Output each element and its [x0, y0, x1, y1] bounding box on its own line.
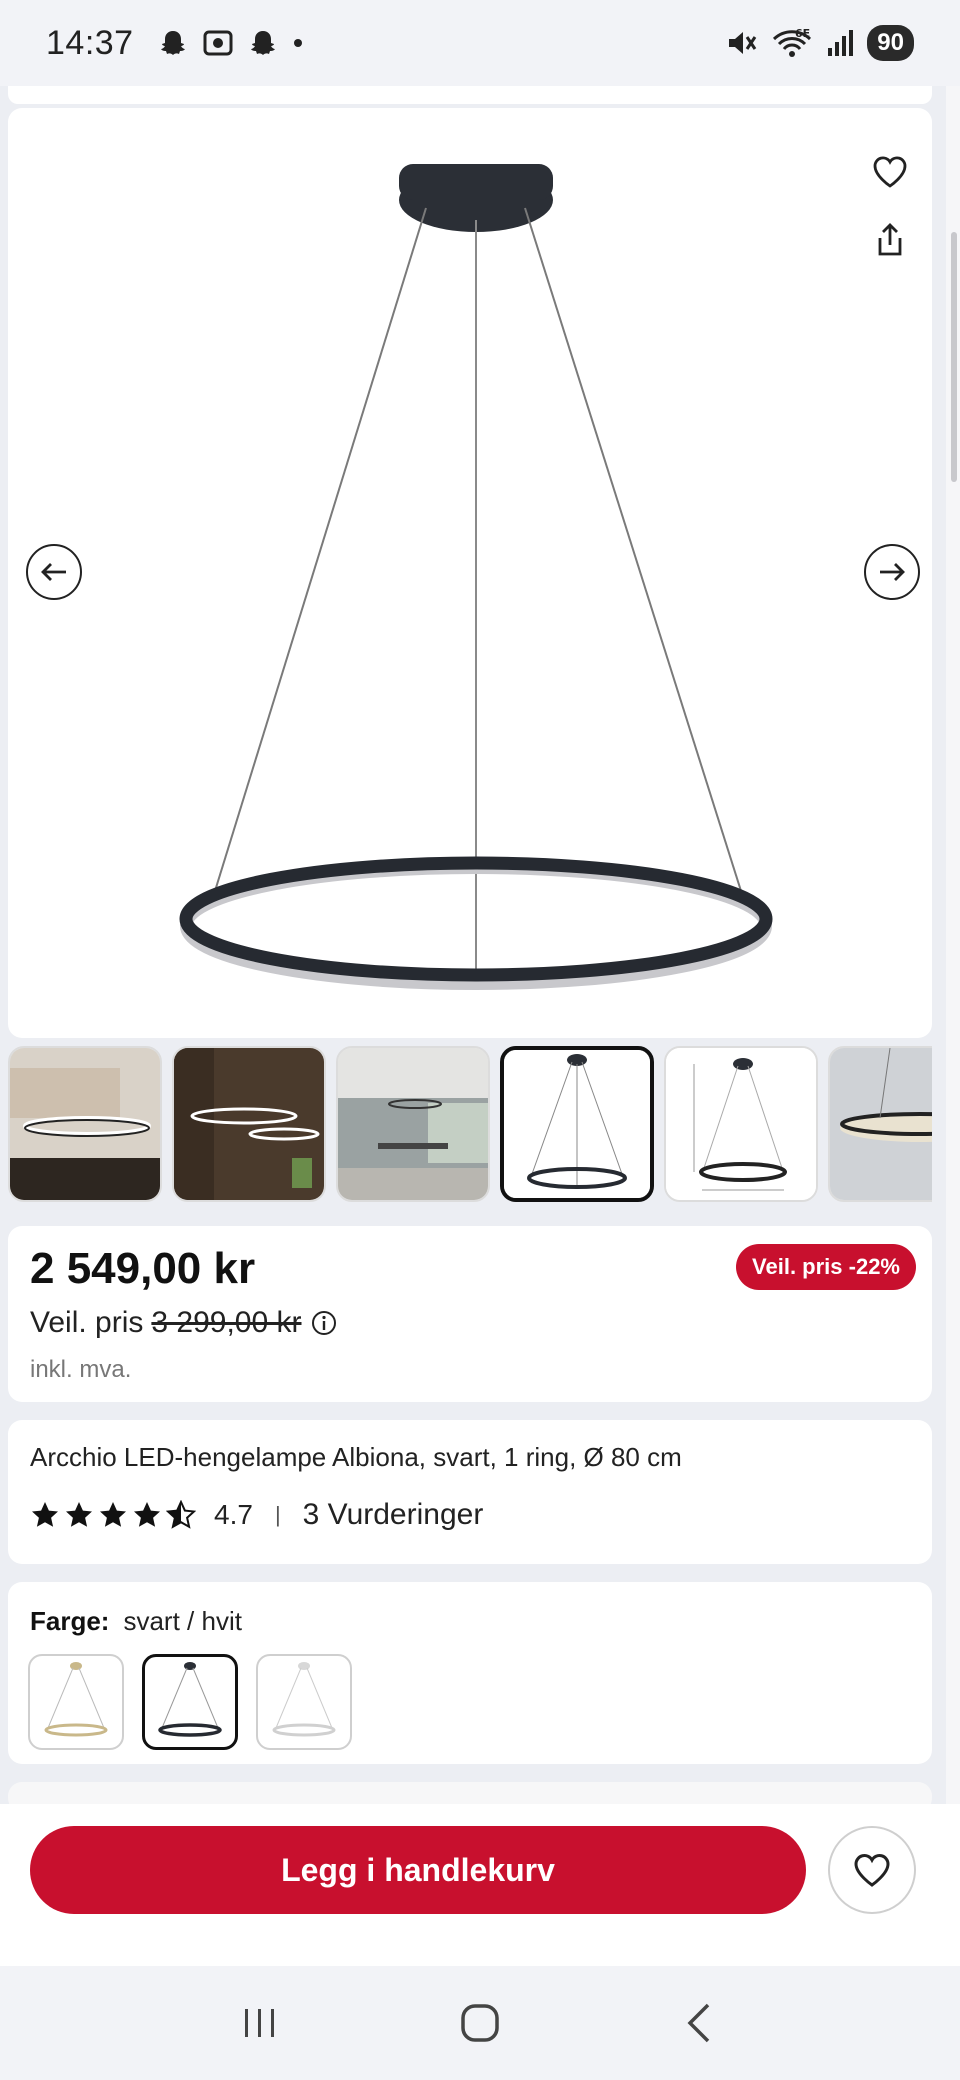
color-selector-card: Farge: svart / hvit [8, 1582, 932, 1764]
price-card: 2 549,00 kr Veil. pris 3 299,00 kr inkl.… [8, 1226, 932, 1402]
previous-image-button[interactable] [26, 544, 82, 600]
selected-color: svart / hvit [123, 1606, 242, 1636]
color-label-row: Farge: svart / hvit [30, 1606, 242, 1637]
color-swatch-black-selected[interactable] [142, 1654, 238, 1750]
rating-value: 4.7 [214, 1499, 253, 1530]
wishlist-button[interactable] [828, 1826, 916, 1914]
status-time: 14:37 [46, 23, 134, 62]
image-thumbnail-strip[interactable] [8, 1046, 932, 1204]
scrollbar-thumb[interactable] [951, 232, 957, 482]
header-card-edge [8, 86, 932, 104]
product-title: Arcchio LED-hengelampe Albiona, svart, 1… [30, 1442, 682, 1472]
rating-row[interactable]: 4.7 | 3 Vurderinger [30, 1498, 483, 1532]
recommended-price-label: Veil. pris [30, 1306, 144, 1339]
home-button[interactable] [440, 1983, 520, 2063]
thumbnail-2[interactable] [172, 1046, 326, 1202]
home-icon [461, 2004, 499, 2042]
next-image-button[interactable] [864, 544, 920, 600]
mute-icon [729, 32, 757, 54]
recommended-price-row: Veil. pris 3 299,00 kr [30, 1306, 338, 1340]
screenshot-icon [203, 30, 233, 56]
thumbnail-5[interactable] [664, 1046, 818, 1202]
system-nav-bar [0, 1966, 960, 2080]
wishlist-icon[interactable] [862, 144, 918, 200]
next-section-edge [8, 1782, 932, 1804]
heart-icon [854, 1854, 890, 1887]
info-icon[interactable] [310, 1309, 338, 1337]
recent-apps-button[interactable] [220, 1983, 300, 2063]
share-icon[interactable] [862, 212, 918, 268]
recent-apps-icon [245, 2009, 274, 2037]
product-image-gallery[interactable] [8, 108, 932, 1038]
thumbnail-1[interactable] [8, 1046, 162, 1202]
star-full-icon [134, 1502, 160, 1527]
bottom-action-bar: Legg i handlekurv [0, 1804, 960, 1966]
rating-stars [30, 1500, 196, 1530]
current-price: 2 549,00 kr [30, 1244, 256, 1293]
thumbnail-6[interactable] [828, 1046, 932, 1202]
arrow-left-icon [41, 563, 66, 581]
status-system-icons: 6E 90 [725, 25, 914, 61]
star-full-icon [100, 1502, 126, 1527]
product-main-image [179, 164, 773, 990]
rating-separator: | [274, 1502, 281, 1527]
star-half-icon [166, 1500, 196, 1529]
color-label: Farge: [30, 1606, 110, 1636]
color-swatch-white[interactable] [256, 1654, 352, 1750]
scrollbar[interactable] [946, 86, 960, 1804]
product-page[interactable]: 2 549,00 kr Veil. pris 3 299,00 kr inkl.… [0, 86, 946, 1804]
status-bar: 14:37 6E 90 [0, 0, 960, 86]
snapchat-icon [250, 31, 275, 55]
wifi-6e-icon: 6E [773, 27, 812, 57]
signal-icon [828, 30, 854, 56]
star-full-icon [32, 1502, 58, 1527]
back-icon [687, 2003, 710, 2043]
vat-note: inkl. mva. [30, 1356, 132, 1383]
discount-badge: Veil. pris -22% [736, 1244, 916, 1290]
color-swatch-gold[interactable] [28, 1654, 124, 1750]
thumbnail-3[interactable] [336, 1046, 490, 1202]
arrow-right-icon [880, 563, 905, 581]
snapchat-icon [160, 31, 185, 55]
add-to-cart-button[interactable]: Legg i handlekurv [30, 1826, 806, 1914]
status-notification-icons [158, 28, 304, 58]
dot-icon [293, 39, 302, 47]
star-full-icon [66, 1502, 92, 1527]
back-button[interactable] [660, 1983, 740, 2063]
rating-count-link[interactable]: 3 Vurderinger [303, 1498, 484, 1532]
thumbnail-4-selected[interactable] [500, 1046, 654, 1202]
svg-text:6E: 6E [795, 27, 810, 40]
battery-indicator: 90 [867, 25, 914, 61]
recommended-price-value: 3 299,00 kr [151, 1306, 302, 1339]
product-title-card: Arcchio LED-hengelampe Albiona, svart, 1… [8, 1420, 932, 1564]
